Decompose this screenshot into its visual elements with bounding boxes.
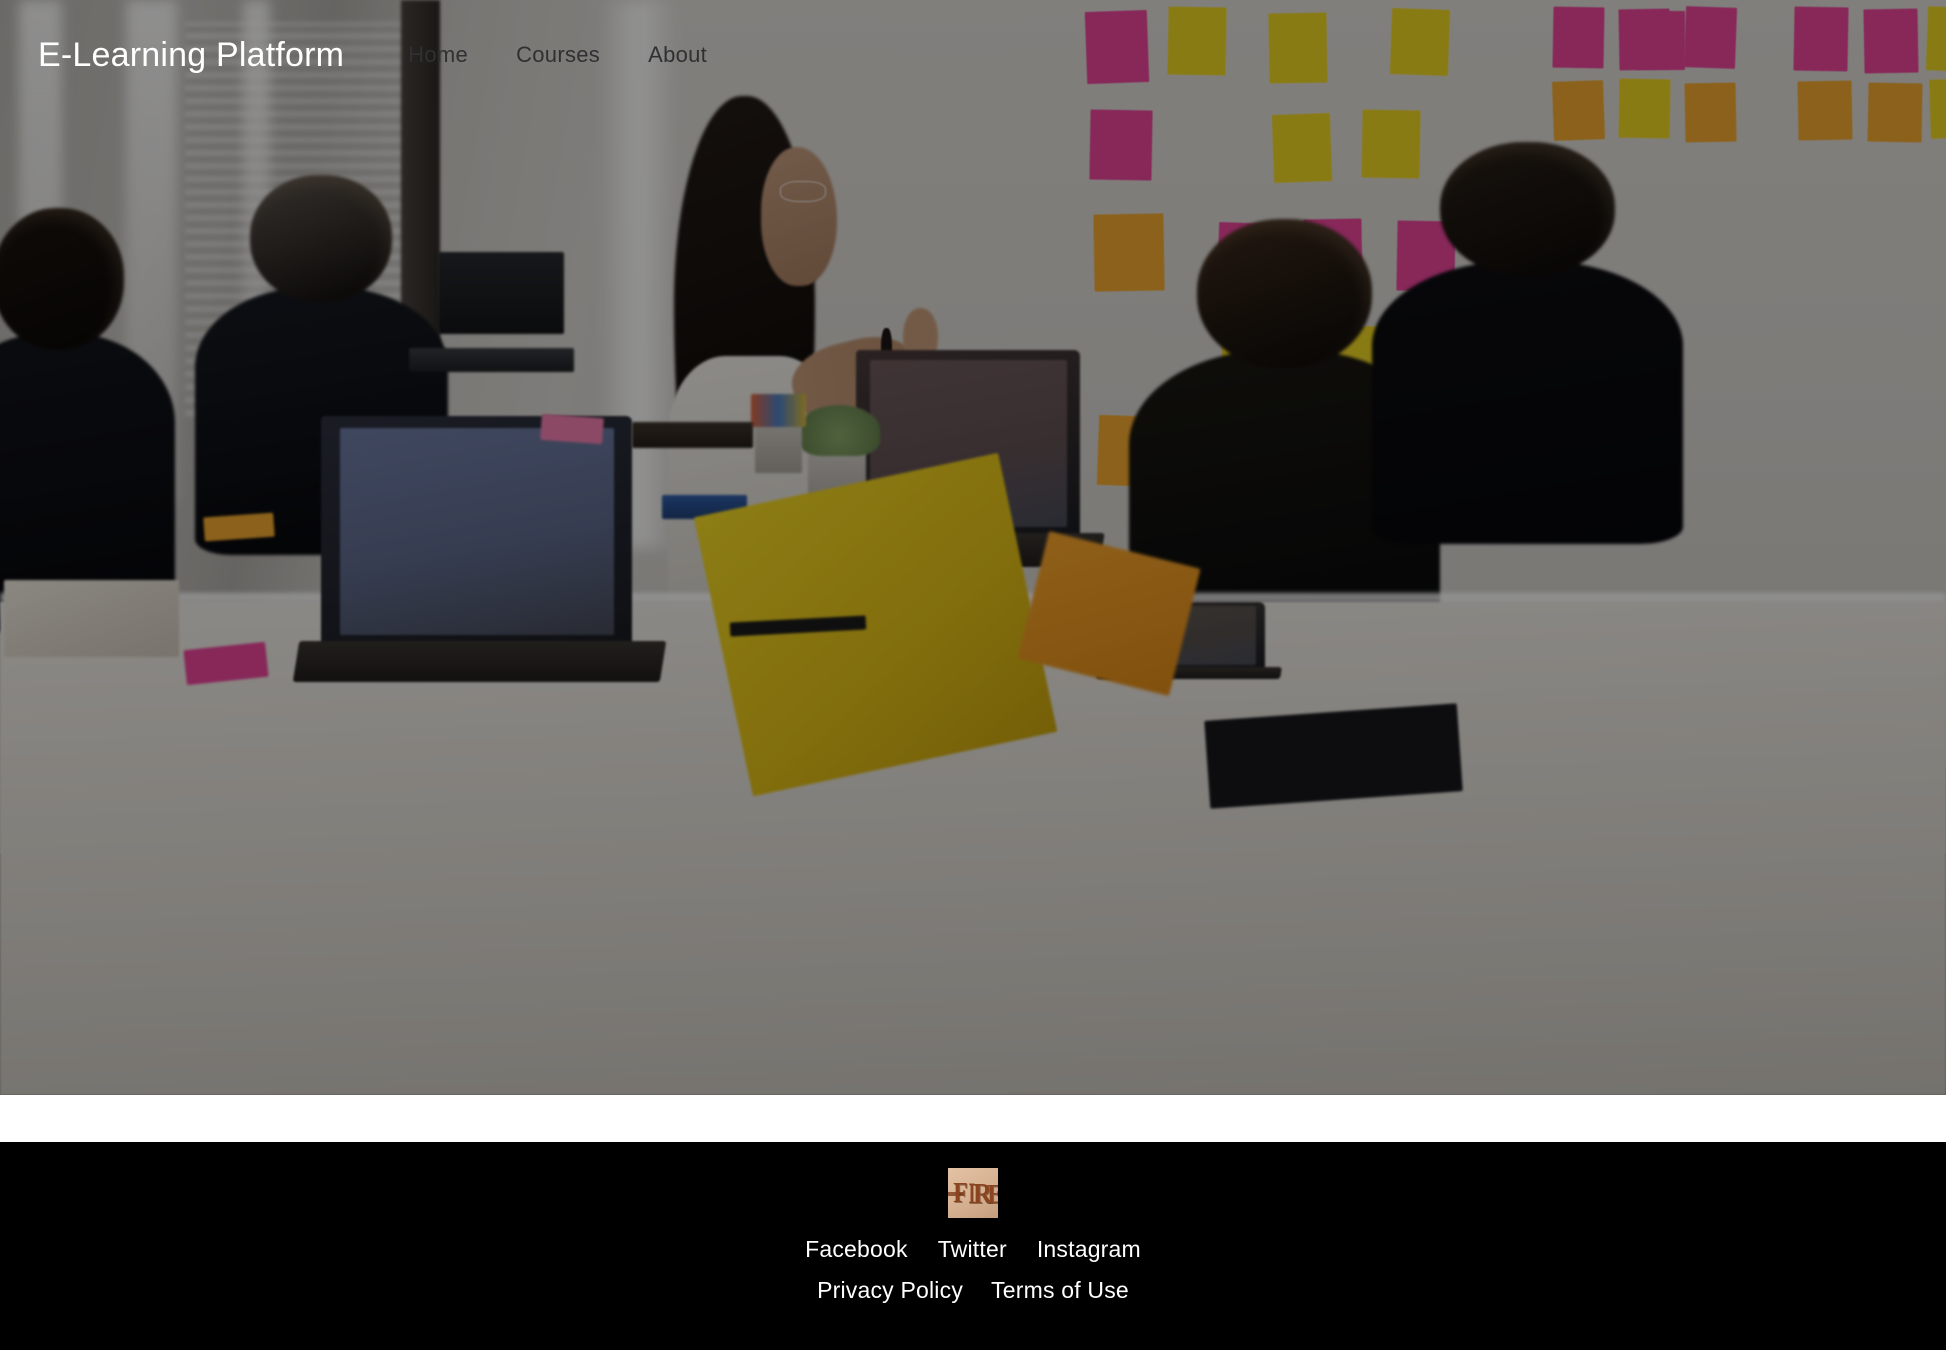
footer-link-instagram[interactable]: Instagram [1022,1236,1156,1263]
footer-link-privacy-policy[interactable]: Privacy Policy [803,1277,977,1304]
footer-link-facebook[interactable]: Facebook [790,1236,923,1263]
footer-legal-links: Privacy Policy Terms of Use [803,1277,1143,1304]
nav-link-about[interactable]: About [624,42,731,68]
brand-logo-link[interactable]: E-Learning Platform [38,36,344,75]
footer-link-terms-of-use[interactable]: Terms of Use [977,1277,1143,1304]
nav-link-home[interactable]: Home [384,42,492,68]
hero-background-image [0,0,1946,1095]
footer-link-twitter[interactable]: Twitter [923,1236,1022,1263]
letterpress-logo-icon[interactable]: F I R E [948,1168,998,1218]
page-root: E-Learning Platform Home Courses About F… [0,0,1946,1350]
nav-link-list: Home Courses About [384,42,731,68]
logo-letter-e: E [987,1181,998,1208]
content-spacer [0,1095,1946,1142]
hero-dark-overlay [0,0,1946,1095]
hero-section: E-Learning Platform Home Courses About [0,0,1946,1095]
main-navigation: E-Learning Platform Home Courses About [0,0,1946,110]
nav-link-courses[interactable]: Courses [492,42,624,68]
footer-social-links: Facebook Twitter Instagram [790,1236,1156,1263]
logo-letter-f: F [953,1178,968,1209]
site-footer: F I R E Facebook Twitter Instagram Priva… [0,1142,1946,1350]
